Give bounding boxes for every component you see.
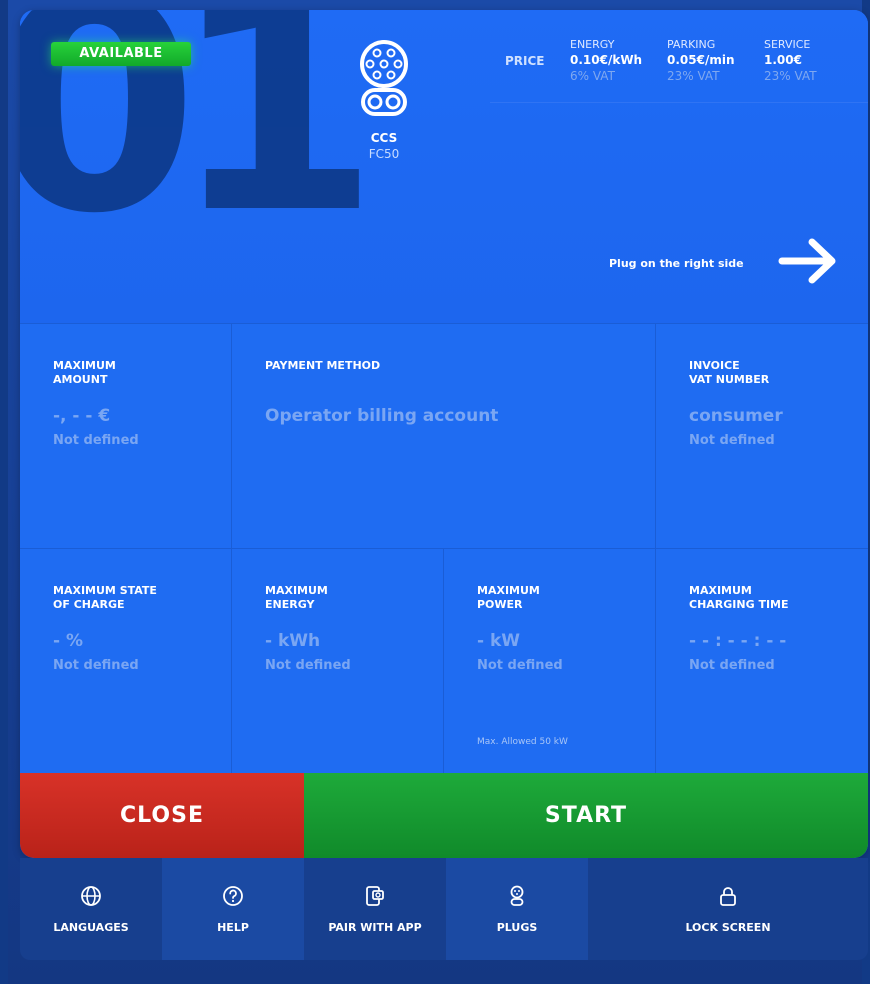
- nav-label: LOCK SCREEN: [685, 921, 771, 934]
- price-energy: ENERGY 0.10€/kWh 6% VAT: [570, 38, 660, 83]
- connector-panel: 01 AVAILABLE CCS FC50 PRICE ENERGY 0.10€…: [20, 10, 868, 858]
- tile-sub: Not defined: [265, 658, 351, 673]
- invoice-vat-tile[interactable]: INVOICE VAT NUMBER consumer Not defined: [656, 323, 868, 548]
- price-value: 0.10€/kWh: [570, 53, 643, 67]
- max-soc-tile[interactable]: MAXIMUM STATE OF CHARGE - % Not defined: [20, 548, 232, 773]
- tile-value: - - : - - : - -: [689, 631, 787, 651]
- tile-sub: Not defined: [53, 433, 139, 448]
- price-divider: [490, 102, 868, 103]
- lock-icon: [720, 887, 736, 906]
- help-icon: [223, 886, 243, 906]
- max-energy-tile[interactable]: MAXIMUM ENERGY - kWh Not defined: [232, 548, 444, 773]
- tile-sub: Not defined: [689, 433, 775, 448]
- payment-method-tile[interactable]: PAYMENT METHOD Operator billing account: [232, 323, 656, 548]
- price-title: SERVICE: [764, 38, 811, 51]
- tile-note: Max. Allowed 50 kW: [477, 737, 568, 747]
- start-button[interactable]: START: [304, 773, 868, 858]
- ccs-connector-icon: [360, 40, 408, 116]
- tile-label: PAYMENT METHOD: [265, 359, 381, 372]
- plug-icon: [510, 885, 524, 906]
- tile-value: - kW: [477, 631, 521, 651]
- price-parking: PARKING 0.05€/min 23% VAT: [667, 38, 757, 83]
- nav-label: PLUGS: [496, 921, 538, 934]
- connector-model: FC50: [368, 147, 400, 161]
- connector-type: CCS: [370, 131, 398, 145]
- tile-value: - kWh: [265, 631, 321, 651]
- tile-value: consumer: [689, 406, 783, 426]
- max-time-tile[interactable]: MAXIMUM CHARGING TIME - - : - - : - - No…: [656, 548, 868, 773]
- max-power-tile[interactable]: MAXIMUM POWER - kW Not defined Max. Allo…: [444, 548, 656, 773]
- tile-label: MAXIMUM CHARGING TIME: [689, 584, 789, 611]
- price-vat: 23% VAT: [764, 69, 817, 83]
- price-vat: 6% VAT: [570, 69, 615, 83]
- tile-label: INVOICE VAT NUMBER: [689, 359, 770, 386]
- nav-plugs[interactable]: PLUGS: [446, 858, 588, 960]
- tile-value: - %: [53, 631, 84, 651]
- nav-label: PAIR WITH APP: [328, 921, 422, 934]
- tile-label: MAXIMUM STATE OF CHARGE: [53, 584, 157, 611]
- tile-sub: Not defined: [689, 658, 775, 673]
- price-value: 0.05€/min: [667, 53, 735, 67]
- nav-pair-app[interactable]: PAIR WITH APP: [304, 858, 446, 960]
- nav-lock-screen[interactable]: LOCK SCREEN: [588, 858, 868, 960]
- nav-label: LANGUAGES: [53, 921, 129, 934]
- status-badge: AVAILABLE: [51, 42, 191, 66]
- max-amount-tile[interactable]: MAXIMUM AMOUNT -, - - € Not defined: [20, 323, 232, 548]
- arrow-right-icon: [778, 238, 836, 284]
- price-title: PARKING: [667, 38, 716, 51]
- tile-label: MAXIMUM AMOUNT: [53, 359, 116, 386]
- price-vat: 23% VAT: [667, 69, 720, 83]
- nav-languages[interactable]: LANGUAGES: [20, 858, 162, 960]
- plug-hint: Plug on the right side: [609, 257, 744, 270]
- price-label: PRICE: [505, 54, 545, 68]
- price-value: 1.00€: [764, 53, 802, 67]
- tile-value: -, - - €: [53, 406, 111, 426]
- nav-help[interactable]: HELP: [162, 858, 304, 960]
- globe-icon: [81, 886, 101, 906]
- nav-label: HELP: [217, 921, 249, 934]
- tile-value: Operator billing account: [265, 406, 499, 426]
- tile-sub: Not defined: [477, 658, 563, 673]
- price-service: SERVICE 1.00€ 23% VAT: [764, 38, 854, 83]
- close-button[interactable]: CLOSE: [20, 773, 304, 858]
- tile-sub: Not defined: [53, 658, 139, 673]
- tile-label: MAXIMUM POWER: [477, 584, 540, 611]
- tile-label: MAXIMUM ENERGY: [265, 584, 328, 611]
- pair-app-icon: [366, 886, 384, 906]
- bottom-nav: LANGUAGES HELP PAIR WITH APP PLUGS LOCK …: [20, 858, 868, 960]
- connector-header: 01 AVAILABLE CCS FC50 PRICE ENERGY 0.10€…: [20, 10, 868, 323]
- price-title: ENERGY: [570, 38, 615, 51]
